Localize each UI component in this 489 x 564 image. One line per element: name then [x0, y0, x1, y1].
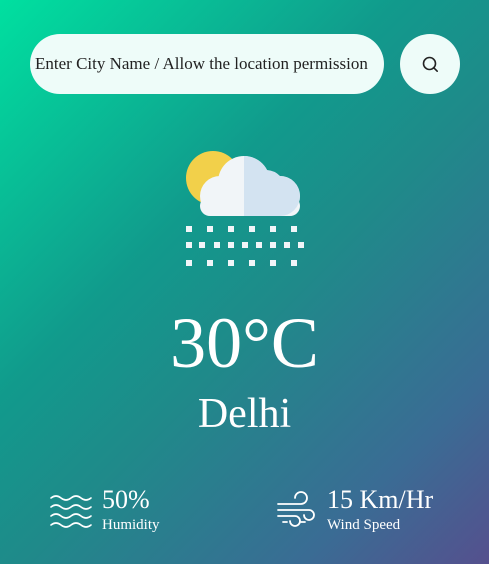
humidity-stat: 50% Humidity	[50, 486, 160, 534]
waves-icon	[50, 495, 92, 528]
city-name: Delhi	[197, 391, 292, 437]
search-button[interactable]	[400, 34, 460, 94]
wind-value: 15 Km/Hr	[327, 485, 434, 514]
humidity-value: 50%	[102, 485, 150, 514]
search-icon	[422, 56, 438, 72]
humidity-label: Humidity	[102, 517, 160, 533]
temperature: 30°C	[170, 303, 319, 383]
search-bar	[30, 34, 384, 94]
wind-label: Wind Speed	[327, 517, 401, 533]
wind-stat: 15 Km/Hr Wind Speed	[275, 486, 433, 534]
weather-card: 30°C Delhi 50% Humidity 1	[0, 0, 489, 564]
wind-icon	[277, 491, 315, 527]
search-input[interactable]	[30, 34, 384, 94]
cloud-sun-snow-icon	[186, 151, 304, 266]
